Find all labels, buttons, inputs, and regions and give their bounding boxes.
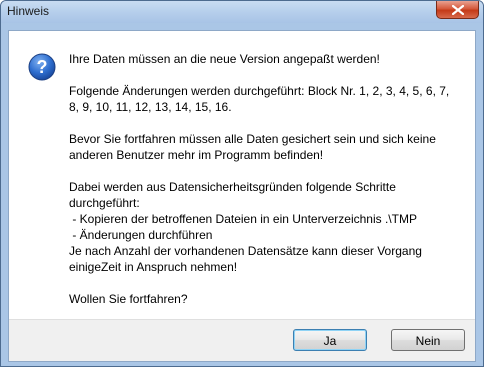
message-backup-warning: Bevor Sie fortfahren müssen alle Daten g…: [69, 132, 436, 162]
button-bar: Ja Nein: [9, 319, 475, 361]
message-steps: Dabei werden aus Datensicherheitsgründen…: [69, 180, 422, 274]
dialog-window: Hinweis ? Ihre Daten müssen an die neue …: [0, 0, 484, 367]
message-text: Ihre Daten müssen an die neue Version an…: [69, 51, 469, 307]
yes-button[interactable]: Ja: [293, 329, 367, 351]
svg-text:?: ?: [37, 57, 48, 77]
message-intro: Ihre Daten müssen an die neue Version an…: [69, 52, 380, 66]
close-icon: [451, 4, 464, 15]
question-icon: ?: [28, 53, 56, 81]
dialog-content: ? Ihre Daten müssen an die neue Version …: [8, 30, 476, 362]
window-title: Hinweis: [7, 4, 50, 18]
close-button[interactable]: [436, 1, 479, 19]
no-button[interactable]: Nein: [391, 329, 465, 351]
message-changes: Folgende Änderungen werden durchgeführt:…: [69, 84, 450, 114]
message-question: Wollen Sie fortfahren?: [69, 292, 188, 306]
title-bar[interactable]: Hinweis: [1, 1, 483, 23]
